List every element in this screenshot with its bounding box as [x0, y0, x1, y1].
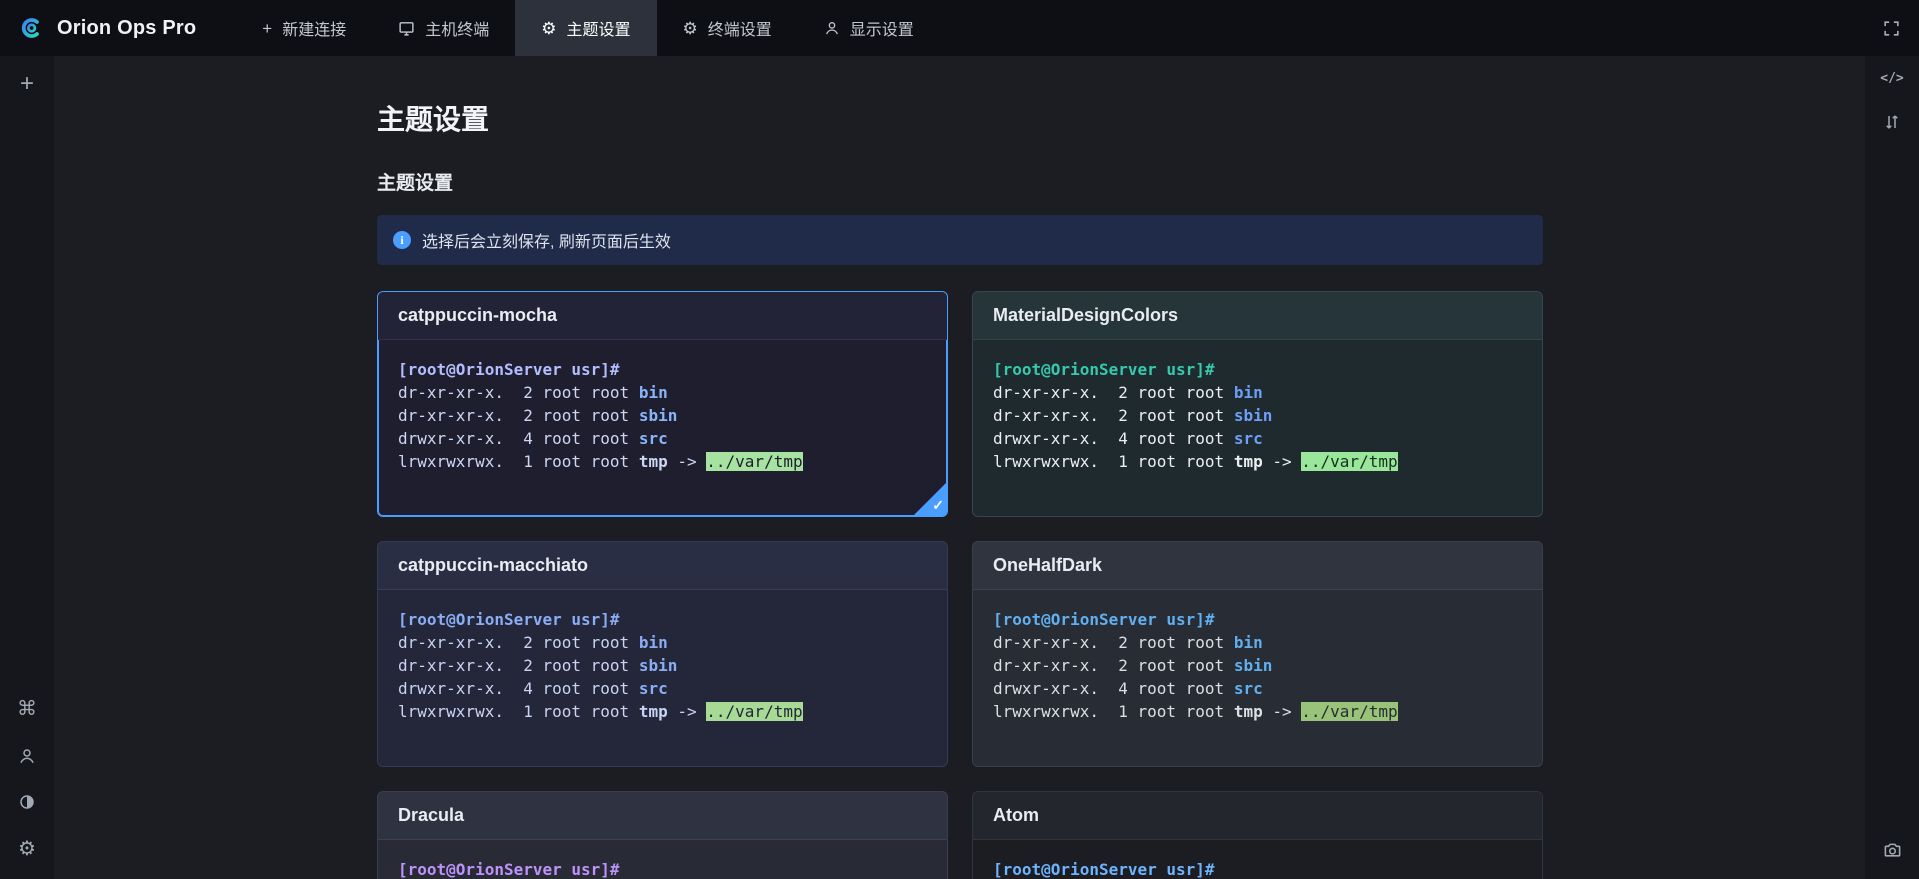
left-sidebar-bottom: ⌘ ⚙: [17, 671, 37, 859]
terminal-prompt: [root@OrionServer usr]#: [993, 608, 1522, 631]
theme-icon[interactable]: [18, 793, 36, 811]
user-icon[interactable]: [18, 747, 36, 765]
terminal-icon: [398, 20, 415, 37]
nav-label: 主题设置: [567, 16, 631, 40]
terminal-line: dr-xr-xr-x. 2 root root sbin: [398, 404, 927, 427]
info-message: 选择后会立刻保存, 刷新页面后生效: [422, 228, 671, 252]
terminal-preview: [root@OrionServer usr]#dr-xr-xr-x. 2 roo…: [378, 840, 947, 879]
theme-card-header: Atom: [973, 792, 1542, 840]
terminal-line: dr-xr-xr-x. 2 root root sbin: [398, 654, 927, 677]
plus-icon: +: [262, 20, 272, 37]
left-sidebar: + ⌘ ⚙: [0, 56, 54, 879]
user-icon: [824, 20, 840, 36]
terminal-line: lrwxrwxrwx. 1 root root tmp -> ../var/tm…: [993, 450, 1522, 473]
terminal-line: dr-xr-xr-x. 2 root root bin: [993, 381, 1522, 404]
info-banner: i 选择后会立刻保存, 刷新页面后生效: [377, 215, 1543, 265]
nav-label: 显示设置: [850, 16, 914, 40]
terminal-prompt: [root@OrionServer usr]#: [398, 858, 927, 879]
theme-name: Dracula: [398, 805, 464, 826]
theme-card[interactable]: catppuccin-mocha [root@OrionServer usr]#…: [377, 291, 948, 517]
terminal-line: drwxr-xr-x. 4 root root src: [398, 427, 927, 450]
theme-card-header: MaterialDesignColors: [973, 292, 1542, 340]
nav-item-terminal-settings[interactable]: ⚙ 终端设置: [657, 0, 798, 56]
terminal-line: lrwxrwxrwx. 1 root root tmp -> ../var/tm…: [398, 450, 927, 473]
nav-item-new-connection[interactable]: + 新建连接: [236, 0, 372, 56]
main-content: 主题设置 主题设置 i 选择后会立刻保存, 刷新页面后生效 catppuccin…: [54, 56, 1865, 879]
new-tab-icon[interactable]: +: [20, 72, 34, 96]
fullscreen-icon[interactable]: [1882, 19, 1901, 38]
right-sidebar-bottom: [1883, 812, 1902, 859]
terminal-prompt: [root@OrionServer usr]#: [398, 608, 927, 631]
terminal-prompt: [root@OrionServer usr]#: [993, 358, 1522, 381]
terminal-line: drwxr-xr-x. 4 root root src: [993, 427, 1522, 450]
terminal-line: dr-xr-xr-x. 2 root root bin: [993, 631, 1522, 654]
terminal-prompt: [root@OrionServer usr]#: [398, 358, 927, 381]
selected-check-icon: ✓: [932, 497, 944, 514]
terminal-preview: [root@OrionServer usr]#dr-xr-xr-x. 2 roo…: [973, 590, 1542, 763]
theme-name: Atom: [993, 805, 1039, 826]
settings-gear-icon[interactable]: ⚙: [18, 839, 36, 859]
theme-name: OneHalfDark: [993, 555, 1102, 576]
theme-name: MaterialDesignColors: [993, 305, 1178, 326]
theme-grid: catppuccin-mocha [root@OrionServer usr]#…: [377, 291, 1543, 879]
screenshot-camera-icon[interactable]: [1883, 840, 1902, 859]
main-nav: + 新建连接 主机终端 ⚙ 主题设置 ⚙ 终端设置 显示设置: [236, 0, 940, 56]
terminal-preview: [root@OrionServer usr]#dr-xr-xr-x. 2 roo…: [378, 590, 947, 763]
terminal-line: drwxr-xr-x. 4 root root src: [398, 677, 927, 700]
theme-card-header: catppuccin-mocha: [378, 292, 947, 340]
theme-name: catppuccin-mocha: [398, 305, 557, 326]
info-icon: i: [393, 231, 411, 249]
terminal-line: dr-xr-xr-x. 2 root root sbin: [993, 404, 1522, 427]
terminal-prompt: [root@OrionServer usr]#: [993, 858, 1522, 879]
nav-label: 新建连接: [282, 16, 346, 40]
theme-card[interactable]: Dracula [root@OrionServer usr]#dr-xr-xr-…: [377, 791, 948, 879]
command-icon[interactable]: ⌘: [17, 699, 37, 719]
theme-card[interactable]: OneHalfDark [root@OrionServer usr]#dr-xr…: [972, 541, 1543, 767]
terminal-line: lrwxrwxrwx. 1 root root tmp -> ../var/tm…: [993, 700, 1522, 723]
theme-card-header: OneHalfDark: [973, 542, 1542, 590]
terminal-line: dr-xr-xr-x. 2 root root bin: [398, 381, 927, 404]
app-logo-icon: [16, 13, 46, 43]
terminal-line: drwxr-xr-x. 4 root root src: [993, 677, 1522, 700]
code-icon[interactable]: </>: [1880, 72, 1903, 85]
section-title: 主题设置: [377, 168, 1865, 195]
theme-name: catppuccin-macchiato: [398, 555, 588, 576]
terminal-line: lrwxrwxrwx. 1 root root tmp -> ../var/tm…: [398, 700, 927, 723]
app-brand: Orion Ops Pro: [0, 13, 218, 43]
nav-item-display-settings[interactable]: 显示设置: [798, 0, 940, 56]
theme-card[interactable]: catppuccin-macchiato [root@OrionServer u…: [377, 541, 948, 767]
top-navbar: Orion Ops Pro + 新建连接 主机终端 ⚙ 主题设置 ⚙ 终端设置: [0, 0, 1919, 56]
theme-card[interactable]: MaterialDesignColors [root@OrionServer u…: [972, 291, 1543, 517]
right-sidebar: </>: [1865, 56, 1919, 879]
terminal-preview: [root@OrionServer usr]#dr-xr-xr-x. 2 roo…: [378, 340, 947, 513]
terminal-line: dr-xr-xr-x. 2 root root sbin: [993, 654, 1522, 677]
swap-vertical-icon[interactable]: [1883, 113, 1901, 131]
nav-item-host-terminal[interactable]: 主机终端: [372, 0, 515, 56]
app-title: Orion Ops Pro: [57, 17, 196, 40]
theme-card-header: Dracula: [378, 792, 947, 840]
theme-card[interactable]: Atom [root@OrionServer usr]#dr-xr-xr-x. …: [972, 791, 1543, 879]
theme-card-header: catppuccin-macchiato: [378, 542, 947, 590]
gear-icon: ⚙: [683, 20, 698, 37]
gear-icon: ⚙: [541, 20, 556, 37]
nav-item-theme-settings[interactable]: ⚙ 主题设置: [515, 0, 656, 56]
terminal-preview: [root@OrionServer usr]#dr-xr-xr-x. 2 roo…: [973, 840, 1542, 879]
terminal-preview: [root@OrionServer usr]#dr-xr-xr-x. 2 roo…: [973, 340, 1542, 513]
nav-label: 终端设置: [708, 16, 772, 40]
nav-label: 主机终端: [425, 16, 489, 40]
page-title: 主题设置: [377, 98, 1865, 138]
terminal-line: dr-xr-xr-x. 2 root root bin: [398, 631, 927, 654]
